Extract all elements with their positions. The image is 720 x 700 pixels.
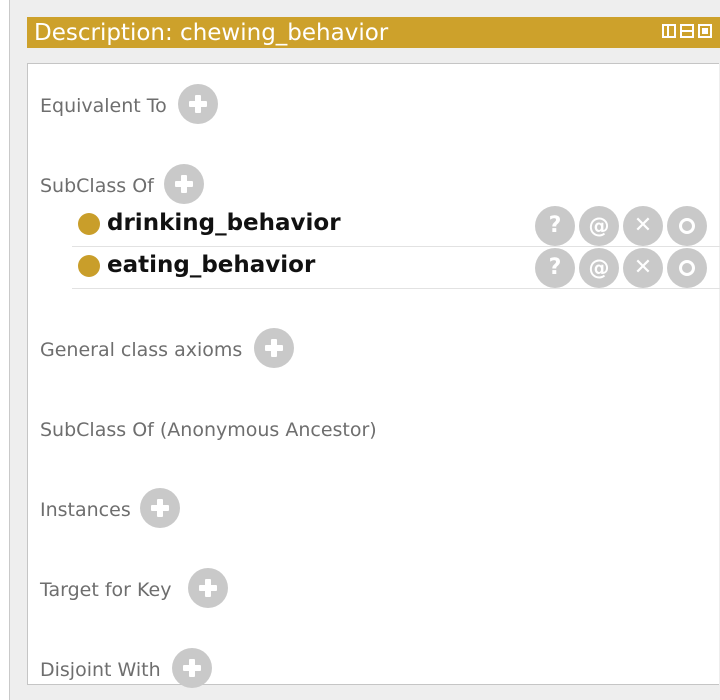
edit-icon[interactable] [667,248,707,288]
add-instance-button[interactable] [140,488,180,528]
subclass-row[interactable]: drinking_behavior ? @ ✕ [72,206,720,247]
view-close-icon[interactable] [698,24,712,38]
add-subclass-of-button[interactable] [164,164,204,204]
explain-button[interactable]: ? [535,206,575,246]
subclass-label: eating_behavior [107,252,316,278]
panel-title-bar: Description: chewing_behavior [27,17,720,48]
annotate-button[interactable]: @ [579,206,619,246]
description-panel: Description: chewing_behavior Equivalent… [27,17,720,688]
section-instances: Instances [40,499,131,521]
section-target-for-key: Target for Key [40,579,172,601]
section-general-class-axioms: General class axioms [40,339,243,361]
add-equivalent-to-button[interactable] [178,84,218,124]
add-disjoint-with-button[interactable] [172,648,212,688]
section-subclass-of: SubClass Of [40,175,154,197]
view-toggle-icon[interactable] [662,24,676,38]
section-subclass-of-anonymous: SubClass Of (Anonymous Ancestor) [40,419,377,441]
view-split-icon[interactable] [680,24,694,38]
add-target-for-key-button[interactable] [188,568,228,608]
edit-icon[interactable] [667,206,707,246]
add-general-class-axiom-button[interactable] [254,328,294,368]
subclass-row[interactable]: eating_behavior ? @ ✕ [72,248,720,289]
annotate-button[interactable]: @ [579,248,619,288]
subclass-label: drinking_behavior [107,210,341,236]
left-panel-edge [0,0,10,700]
delete-button[interactable]: ✕ [623,206,663,246]
explain-button[interactable]: ? [535,248,575,288]
description-content: Equivalent To SubClass Of drinking_behav… [27,63,720,688]
delete-button[interactable]: ✕ [623,248,663,288]
section-equivalent-to: Equivalent To [40,95,167,117]
class-icon [78,213,100,235]
section-disjoint-with: Disjoint With [40,659,161,681]
class-icon [78,255,100,277]
panel-title: Description: chewing_behavior [34,20,389,46]
